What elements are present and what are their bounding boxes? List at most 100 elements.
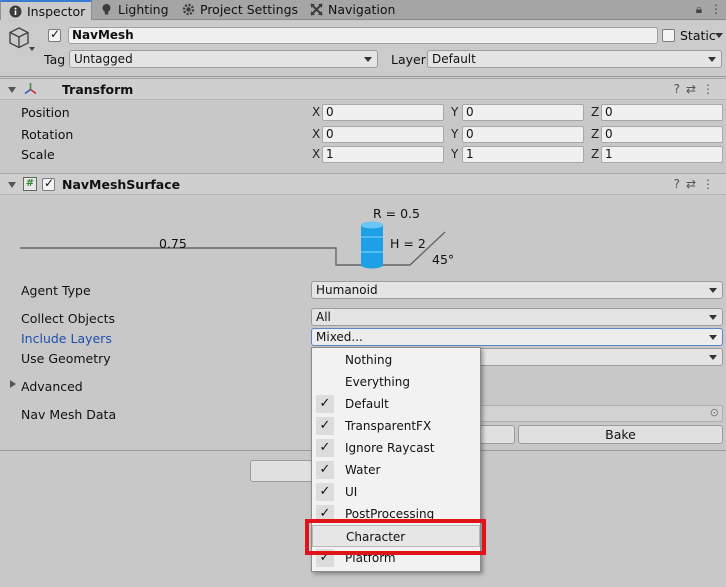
layer-dropdown[interactable]: Default <box>427 50 722 68</box>
x-axis-label[interactable]: X <box>312 105 320 119</box>
menu-item-everything[interactable]: Everything <box>312 371 480 393</box>
navmesh-surface-header[interactable]: # NavMeshSurface ?⇄⋮ <box>0 173 726 195</box>
highlight-box <box>305 519 486 555</box>
transform-header[interactable]: Transform ?⇄⋮ <box>0 78 726 100</box>
menu-item-label: Default <box>345 397 389 411</box>
x-axis-label[interactable]: X <box>312 127 320 141</box>
menu-item-default[interactable]: ✓ Default <box>312 393 480 415</box>
collect-objects-dropdown[interactable]: All <box>311 308 723 326</box>
include-layers-value: Mixed... <box>316 330 363 344</box>
menu-item-label: Water <box>345 463 381 477</box>
tab-label: Lighting <box>118 2 169 17</box>
menu-item-ignore-raycast[interactable]: ✓ Ignore Raycast <box>312 437 480 459</box>
menu-item-label: Ignore Raycast <box>345 441 435 455</box>
tag-dropdown[interactable]: Untagged <box>69 50 378 68</box>
scale-label: Scale <box>21 147 55 162</box>
rotation-x-field[interactable]: 0 <box>322 126 444 143</box>
bake-button[interactable]: Bake <box>518 425 723 444</box>
checkmark-icon: ✓ <box>316 395 334 413</box>
component-title: NavMeshSurface <box>62 177 181 192</box>
rotation-z-field[interactable]: 0 <box>601 126 723 143</box>
component-header-icons: ?⇄⋮ <box>674 82 720 96</box>
z-axis-label[interactable]: Z <box>591 105 599 119</box>
advanced-foldout-label[interactable]: Advanced <box>21 379 83 394</box>
y-axis-label[interactable]: Y <box>451 127 458 141</box>
use-geometry-label: Use Geometry <box>21 351 111 366</box>
context-menu-icon[interactable]: ⋮ <box>702 177 720 191</box>
x-axis-label[interactable]: X <box>312 147 320 161</box>
agent-radius-label: R = 0.5 <box>373 206 420 221</box>
tag-label: Tag <box>44 52 66 67</box>
agent-type-value: Humanoid <box>316 283 378 297</box>
step-height-label: 0.75 <box>159 236 187 251</box>
menu-item-ui[interactable]: ✓ UI <box>312 481 480 503</box>
collect-objects-value: All <box>316 310 331 324</box>
max-slope-label: 45° <box>432 252 455 267</box>
preset-icon[interactable]: ⇄ <box>686 177 702 191</box>
static-checkbox[interactable] <box>662 29 675 42</box>
position-x-field[interactable]: 0 <box>322 104 444 121</box>
menu-item-transparentfx[interactable]: ✓ TransparentFX <box>312 415 480 437</box>
menu-item-water[interactable]: ✓ Water <box>312 459 480 481</box>
component-enabled-checkbox[interactable] <box>42 176 55 191</box>
advanced-foldout-icon[interactable] <box>10 380 16 388</box>
agent-height-label: H = 2 <box>390 236 426 251</box>
agent-diagram <box>20 221 446 269</box>
lock-icon[interactable]: 🔒︎ <box>696 2 702 16</box>
collect-objects-label: Collect Objects <box>21 311 115 326</box>
checkmark-icon: ✓ <box>316 483 334 501</box>
tab-project-settings[interactable]: Project Settings <box>174 0 298 20</box>
active-checkbox[interactable] <box>48 27 61 42</box>
z-axis-label[interactable]: Z <box>591 147 599 161</box>
include-layers-dropdown[interactable]: Mixed... <box>311 328 723 346</box>
tab-lighting[interactable]: Lighting <box>92 0 172 20</box>
tab-navigation[interactable]: Navigation <box>302 0 402 20</box>
help-icon[interactable]: ? <box>674 82 686 96</box>
component-header-icons: ?⇄⋮ <box>674 177 720 191</box>
bulb-icon <box>102 4 111 15</box>
chevron-down-icon <box>709 315 717 320</box>
checkmark-icon: ✓ <box>316 461 334 479</box>
position-z-field[interactable]: 0 <box>601 104 723 121</box>
object-header: NavMesh Static Tag Untagged Layer Defaul… <box>0 21 726 77</box>
icon-dropdown-arrow[interactable] <box>29 47 35 51</box>
nav-mesh-data-label: Nav Mesh Data <box>21 407 117 422</box>
menu-item-label: Everything <box>345 375 410 389</box>
menu-item-label: TransparentFX <box>345 419 432 433</box>
menu-item-nothing[interactable]: Nothing <box>312 349 480 371</box>
scale-z-field[interactable]: 1 <box>601 146 723 163</box>
y-axis-label[interactable]: Y <box>451 147 458 161</box>
scale-y-field[interactable]: 1 <box>462 146 584 163</box>
menu-item-label: Nothing <box>345 353 393 367</box>
agent-type-label: Agent Type <box>21 283 91 298</box>
agent-type-dropdown[interactable]: Humanoid <box>311 281 723 299</box>
z-axis-label[interactable]: Z <box>591 127 599 141</box>
checkmark-icon: ✓ <box>316 417 334 435</box>
object-picker-icon[interactable]: ⊙ <box>710 406 719 419</box>
rotation-label: Rotation <box>21 127 74 142</box>
tab-inspector[interactable]: Inspector <box>0 0 92 20</box>
include-layers-label: Include Layers <box>21 331 112 346</box>
agent-cylinder <box>361 221 383 269</box>
chevron-down-icon <box>708 57 716 62</box>
y-axis-label[interactable]: Y <box>451 105 458 119</box>
script-icon: # <box>23 177 37 191</box>
preset-icon[interactable]: ⇄ <box>686 82 702 96</box>
help-icon[interactable]: ? <box>674 177 686 191</box>
chevron-down-icon <box>709 355 717 360</box>
tab-label: Inspector <box>27 4 86 19</box>
context-menu-icon[interactable]: ⋮ <box>702 82 720 96</box>
scale-x-field[interactable]: 1 <box>322 146 444 163</box>
transform-axes-icon <box>24 83 37 95</box>
foldout-arrow-icon[interactable] <box>8 182 16 188</box>
navigation-icon <box>310 3 323 16</box>
checkmark-icon: ✓ <box>316 439 334 457</box>
position-y-field[interactable]: 0 <box>462 104 584 121</box>
menu-item-label: UI <box>345 485 358 499</box>
tab-bar: Inspector Lighting Project Settings Navi… <box>0 0 726 20</box>
rotation-y-field[interactable]: 0 <box>462 126 584 143</box>
object-name-field[interactable]: NavMesh <box>68 27 658 44</box>
window-menu-icon[interactable]: ⋮ <box>710 2 722 16</box>
static-dropdown-arrow[interactable] <box>715 33 723 38</box>
foldout-arrow-icon[interactable] <box>8 87 16 93</box>
